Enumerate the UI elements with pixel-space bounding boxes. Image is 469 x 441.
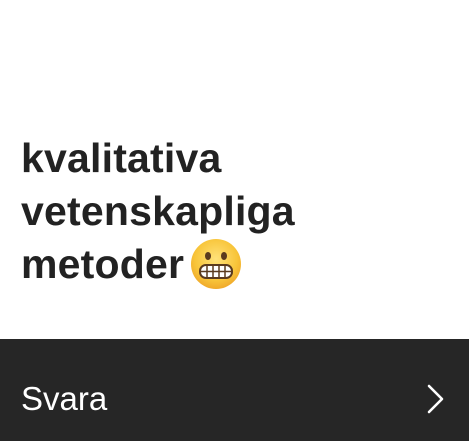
chevron-right-icon [427, 384, 444, 414]
question-text: kvalitativa vetenskapliga metoder [21, 135, 295, 287]
grimacing-face-emoji-icon [191, 239, 242, 289]
answer-button-label: Svara [21, 380, 108, 417]
question-card: kvalitativa vetenskapliga metoder [0, 0, 469, 339]
question-text-container: kvalitativa vetenskapliga metoder [21, 132, 451, 291]
answer-button[interactable]: Svara [0, 339, 469, 441]
